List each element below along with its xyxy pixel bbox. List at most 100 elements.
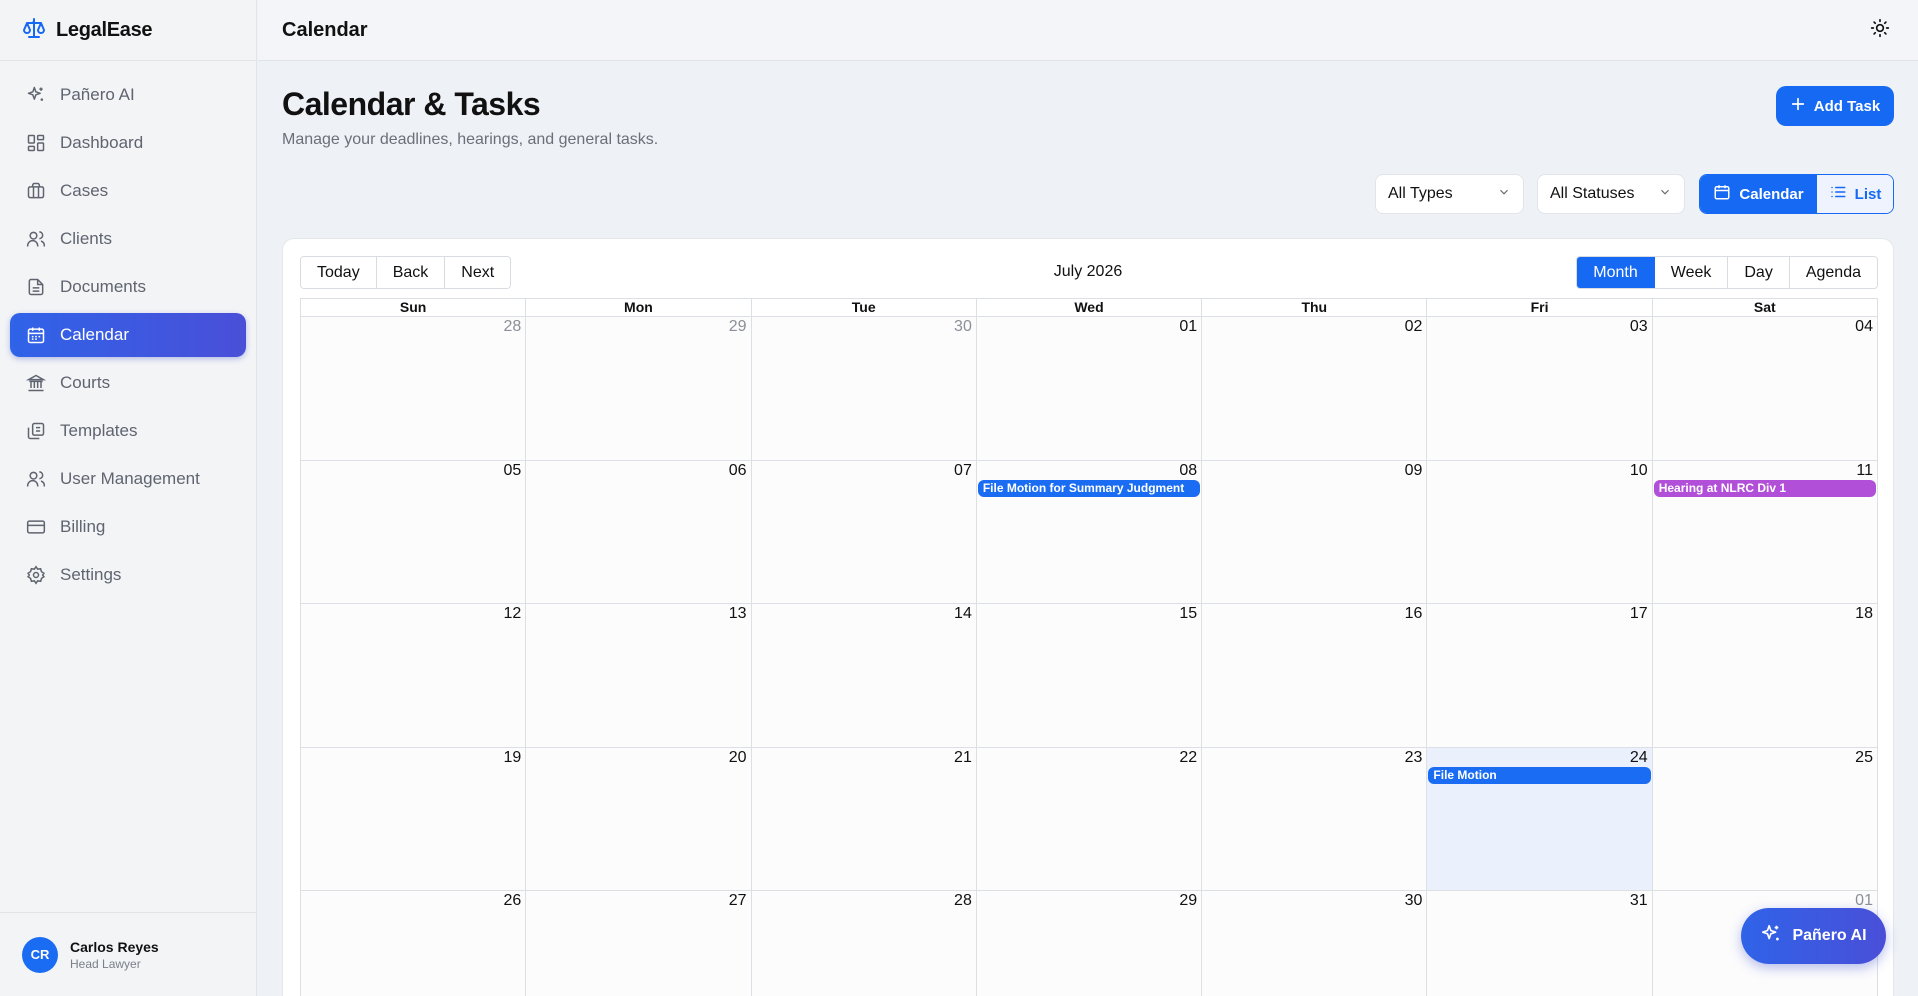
month-grid: Sun Mon Tue Wed Thu Fri Sat 28 29 30 01 … — [300, 298, 1878, 996]
sidebar-item-user-management[interactable]: User Management — [10, 457, 246, 501]
user-profile[interactable]: CR Carlos Reyes Head Lawyer — [0, 912, 257, 996]
day-number: 28 — [954, 892, 972, 909]
day-cell[interactable]: 28 — [301, 317, 527, 460]
day-cell[interactable]: 11 Hearing at NLRC Div 1 — [1652, 460, 1877, 603]
day-cell[interactable]: 31 — [1427, 891, 1653, 996]
app-name: LegalEase — [56, 18, 153, 41]
sidebar-item-panero-ai[interactable]: Pañero AI — [10, 73, 246, 117]
day-cell[interactable]: 06 — [526, 460, 752, 603]
week-view-button[interactable]: Week — [1654, 257, 1729, 288]
user-management-icon — [26, 469, 46, 489]
sidebar-item-billing[interactable]: Billing — [10, 505, 246, 549]
brand[interactable]: LegalEase — [0, 0, 256, 61]
list-view-button[interactable]: List — [1817, 175, 1893, 213]
calendar-event[interactable]: File Motion for Summary Judgment — [977, 479, 1201, 497]
day-number: 07 — [954, 461, 972, 479]
sun-icon — [1870, 18, 1890, 43]
day-cell[interactable]: 21 — [751, 747, 977, 890]
scales-icon — [22, 16, 46, 45]
day-cell[interactable]: 01 — [976, 317, 1203, 460]
calendar-event[interactable]: File Motion — [1428, 766, 1651, 784]
day-view-button[interactable]: Day — [1728, 257, 1790, 288]
calendar-event[interactable]: Hearing at NLRC Div 1 — [1653, 479, 1876, 497]
day-cell[interactable]: 27 — [526, 891, 752, 996]
calendar-view-button[interactable]: Calendar — [1700, 175, 1817, 213]
day-cell[interactable]: 17 — [1427, 604, 1653, 747]
day-cell[interactable]: 08 File Motion for Summary Judgment — [976, 460, 1203, 603]
sidebar-item-settings[interactable]: Settings — [10, 553, 246, 597]
page-subtitle: Manage your deadlines, hearings, and gen… — [282, 131, 659, 148]
templates-icon — [26, 421, 46, 441]
user-name: Carlos Reyes — [70, 938, 159, 955]
day-cell[interactable]: 13 — [526, 604, 752, 747]
day-cell[interactable]: 14 — [751, 604, 977, 747]
day-number: 28 — [503, 318, 522, 335]
sidebar-item-documents[interactable]: Documents — [10, 265, 246, 309]
day-cell[interactable]: 19 — [301, 747, 527, 890]
day-number: 01 — [1179, 318, 1198, 335]
sidebar: LegalEase Pañero AI Dashboard Cases Clie… — [0, 0, 257, 996]
day-cell[interactable]: 07 — [751, 460, 977, 603]
day-number: 15 — [1179, 605, 1198, 622]
day-number: 04 — [1855, 318, 1873, 335]
sidebar-item-label: Cases — [60, 181, 109, 200]
theme-toggle-button[interactable] — [1868, 18, 1892, 42]
calendar-view-label: Calendar — [1739, 185, 1804, 203]
type-filter-value: All Types — [1388, 185, 1453, 202]
day-cell[interactable]: 29 — [976, 891, 1203, 996]
sparkles-icon — [1760, 923, 1782, 950]
day-number: 11 — [1856, 461, 1873, 479]
avatar: CR — [22, 936, 58, 973]
day-cell[interactable]: 05 — [301, 460, 527, 603]
weekday-label: Mon — [526, 299, 752, 316]
month-view-button[interactable]: Month — [1577, 257, 1655, 288]
day-number: 12 — [503, 605, 522, 622]
credit-card-icon — [26, 517, 46, 537]
day-number: 14 — [954, 605, 972, 622]
day-number: 03 — [1629, 318, 1648, 335]
status-filter-value: All Statuses — [1550, 185, 1635, 202]
day-number: 27 — [728, 892, 747, 909]
calendar-icon — [1713, 183, 1731, 205]
day-cell[interactable]: 29 — [526, 317, 752, 460]
day-cell[interactable]: 22 — [976, 747, 1203, 890]
day-cell[interactable]: 12 — [301, 604, 527, 747]
day-cell[interactable]: 15 — [976, 604, 1203, 747]
day-number: 24 — [1629, 748, 1648, 766]
day-cell[interactable]: 09 — [1202, 460, 1428, 603]
day-cell[interactable]: 18 — [1652, 604, 1877, 747]
day-cell-today[interactable]: 24 File Motion — [1427, 747, 1653, 890]
day-number: 10 — [1629, 461, 1648, 479]
day-cell[interactable]: 30 — [751, 317, 977, 460]
day-cell[interactable]: 26 — [301, 891, 527, 996]
view-toggle: Calendar List — [1699, 174, 1894, 214]
day-number: 16 — [1404, 605, 1423, 622]
day-cell[interactable]: 02 — [1202, 317, 1428, 460]
sidebar-item-dashboard[interactable]: Dashboard — [10, 121, 246, 165]
sidebar-item-courts[interactable]: Courts — [10, 361, 246, 405]
day-cell[interactable]: 25 — [1652, 747, 1877, 890]
sidebar-item-templates[interactable]: Templates — [10, 409, 246, 453]
document-icon — [26, 277, 46, 297]
type-filter-select[interactable]: All Types — [1375, 174, 1524, 214]
calendar-view-switcher: Month Week Day Agenda — [1576, 256, 1878, 289]
plus-icon — [1790, 96, 1806, 116]
day-cell[interactable]: 03 — [1427, 317, 1653, 460]
add-task-button[interactable]: Add Task — [1776, 86, 1894, 126]
weekday-label: Thu — [1202, 299, 1428, 316]
status-filter-select[interactable]: All Statuses — [1537, 174, 1685, 214]
day-cell[interactable]: 04 — [1652, 317, 1877, 460]
day-number: 26 — [503, 892, 522, 909]
weekday-label: Wed — [977, 299, 1203, 316]
day-cell[interactable]: 20 — [526, 747, 752, 890]
sidebar-item-clients[interactable]: Clients — [10, 217, 246, 261]
agenda-view-button[interactable]: Agenda — [1789, 257, 1877, 288]
panero-ai-fab[interactable]: Pañero AI — [1741, 908, 1886, 964]
sidebar-item-cases[interactable]: Cases — [10, 169, 246, 213]
sidebar-item-calendar[interactable]: Calendar — [10, 313, 246, 357]
day-cell[interactable]: 10 — [1427, 460, 1653, 603]
day-cell[interactable]: 30 — [1202, 891, 1428, 996]
day-cell[interactable]: 16 — [1202, 604, 1428, 747]
day-cell[interactable]: 23 — [1202, 747, 1428, 890]
day-cell[interactable]: 28 — [751, 891, 977, 996]
